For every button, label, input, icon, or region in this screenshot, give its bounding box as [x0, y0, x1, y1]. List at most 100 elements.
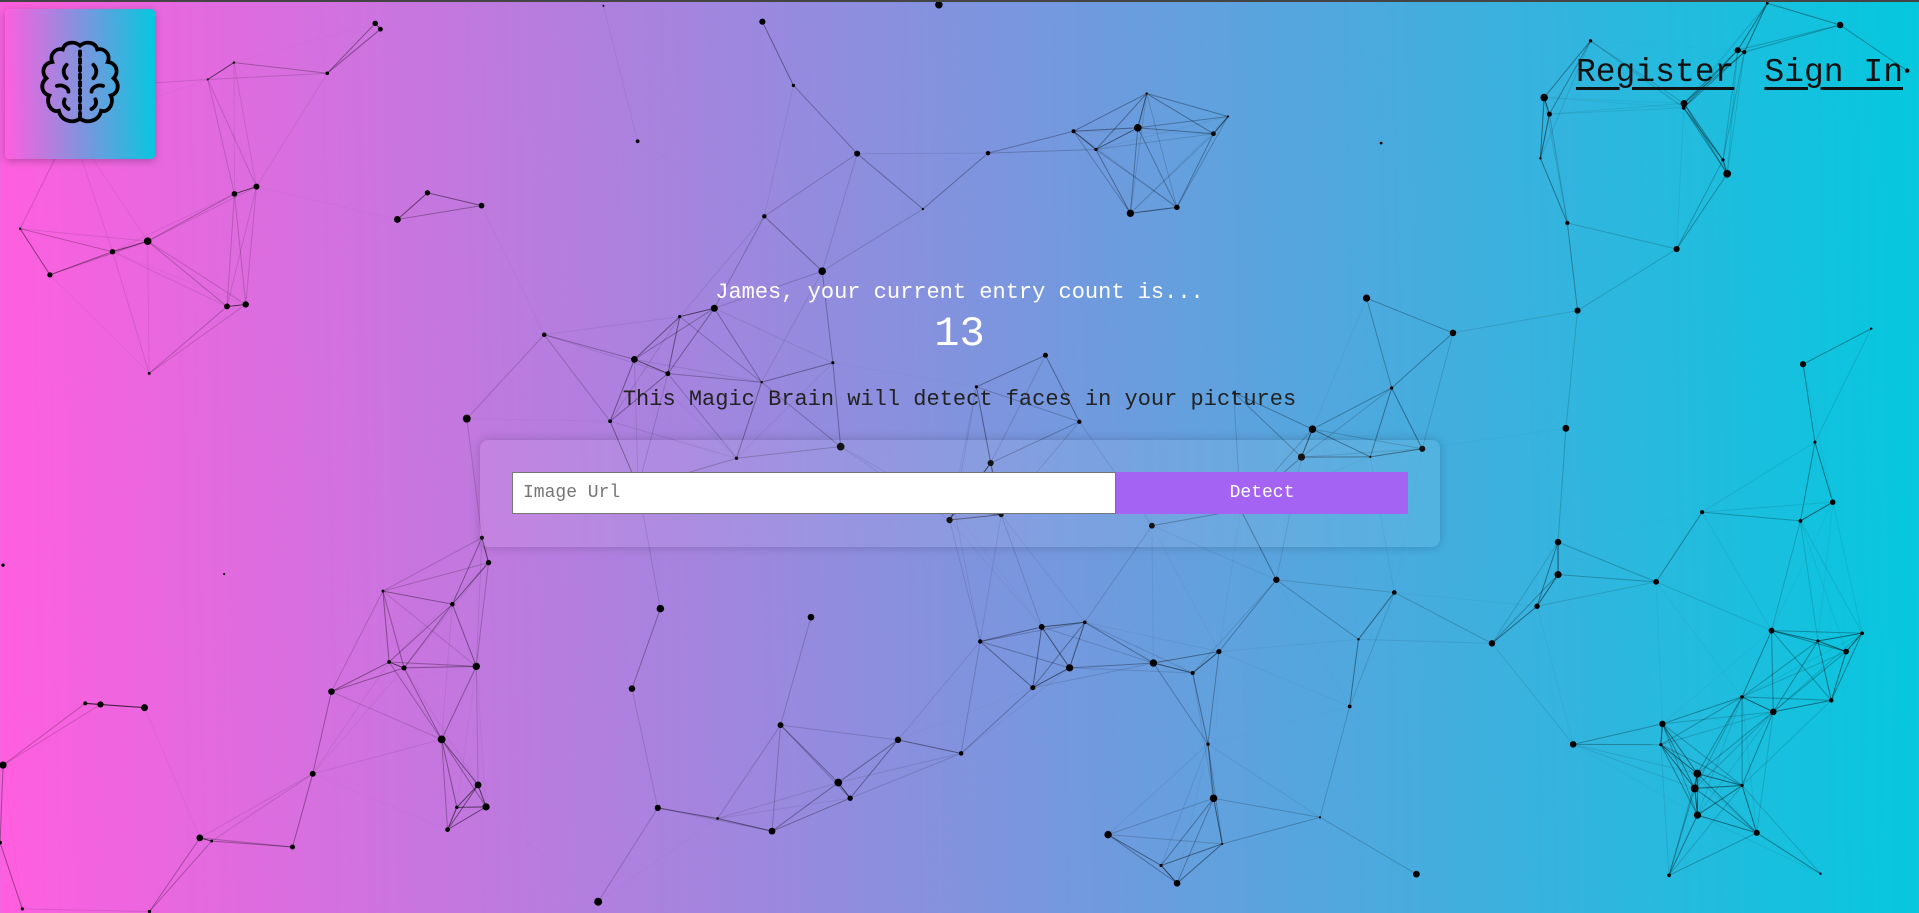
particle-dot	[1379, 141, 1383, 145]
particle-dot	[328, 688, 335, 695]
particle-link	[211, 773, 313, 842]
sign-in-link[interactable]: Sign In	[1764, 54, 1903, 91]
particle-dot	[1211, 131, 1216, 137]
particle-dot	[1488, 640, 1496, 647]
particle-link	[382, 590, 453, 605]
particle-link	[1319, 706, 1351, 818]
particle-link	[764, 153, 858, 217]
particle-link	[447, 806, 487, 831]
particle-dot	[1273, 576, 1280, 583]
particle-link	[717, 797, 851, 819]
particle-link	[1129, 93, 1148, 214]
particle-link	[1394, 592, 1537, 606]
particle-link	[1814, 441, 1834, 503]
particle-dot	[1723, 169, 1732, 178]
particle-dot	[1104, 830, 1112, 839]
particle-link	[1773, 699, 1832, 713]
particle-link	[1701, 441, 1816, 513]
particle-dot	[1659, 743, 1663, 747]
particle-link	[1218, 638, 1359, 653]
image-url-input[interactable]	[512, 472, 1116, 514]
particle-link	[1655, 581, 1772, 632]
particle-link	[602, 5, 639, 142]
particle-link	[331, 667, 405, 693]
particle-link	[631, 688, 659, 808]
particle-dot	[762, 214, 767, 219]
particle-dot	[325, 71, 330, 76]
particle-link	[326, 28, 381, 74]
particle-link	[793, 85, 858, 154]
particle-link	[1041, 626, 1154, 664]
particle-link	[1107, 834, 1162, 866]
particle-link	[2, 702, 86, 766]
particle-dot	[1134, 124, 1142, 132]
particle-dot	[791, 83, 796, 88]
image-url-form: Detect	[480, 440, 1440, 547]
particle-dot	[472, 662, 480, 671]
particle-link	[763, 85, 794, 217]
particle-link	[1073, 130, 1131, 214]
particle-dot	[381, 589, 385, 593]
particle-dot	[97, 701, 104, 708]
particle-link	[149, 837, 201, 912]
particle-link	[199, 773, 313, 839]
particle-dot	[1816, 639, 1820, 643]
particle-link	[1160, 865, 1178, 884]
particle-link	[1153, 651, 1220, 664]
particle-link	[1152, 662, 1209, 745]
particle-dot	[1030, 685, 1036, 691]
particle-link	[382, 562, 489, 592]
particle-link	[1349, 592, 1395, 707]
particle-dot	[1690, 784, 1699, 793]
particle-link	[922, 152, 989, 210]
particle-dot	[665, 371, 671, 377]
particle-dot	[378, 26, 383, 32]
particle-dot	[1700, 510, 1705, 515]
particle-dot	[1667, 873, 1671, 878]
entry-greeting: James, your current entry count is...	[715, 280, 1204, 305]
particle-dot	[608, 419, 613, 424]
particle-link	[149, 840, 213, 912]
particle-link	[1208, 707, 1350, 745]
particle-link	[256, 73, 328, 187]
particle-link	[456, 806, 487, 808]
detect-button[interactable]: Detect	[1116, 472, 1408, 514]
particle-link	[1676, 173, 1728, 250]
particle-link	[1207, 743, 1321, 818]
particle-link	[1771, 630, 1847, 653]
particle-link	[207, 79, 235, 194]
particle-link	[1539, 158, 1568, 224]
particle-dot	[223, 573, 226, 576]
particle-link	[1213, 797, 1321, 818]
particle-link	[897, 739, 962, 754]
particle-link	[145, 708, 200, 838]
particle-dot	[594, 897, 603, 906]
particle-link	[1095, 149, 1178, 208]
particle-dot	[1094, 147, 1098, 152]
particle-dot	[210, 839, 214, 843]
particle-link	[1276, 580, 1349, 707]
particle-dot	[1206, 742, 1210, 746]
particle-link	[451, 562, 489, 605]
particle-link	[987, 130, 1074, 154]
particle-dot	[309, 770, 316, 777]
particle-link	[1095, 133, 1214, 150]
particle-dot	[1126, 209, 1135, 218]
particle-link	[1702, 501, 1833, 513]
particle-link	[1032, 667, 1070, 689]
brain-icon	[40, 40, 120, 124]
particle-dot	[1680, 99, 1688, 107]
particle-link	[1668, 785, 1743, 876]
particle-link	[1573, 723, 1663, 745]
particle-link	[1108, 834, 1223, 845]
register-link[interactable]: Register	[1576, 54, 1734, 91]
particle-dot	[1347, 704, 1352, 709]
particle-dot	[1693, 811, 1702, 819]
particle-link	[598, 818, 717, 901]
particle-dot	[232, 61, 236, 64]
particle-link	[1767, 2, 1841, 26]
particle-link	[112, 193, 235, 253]
particle-dot	[1308, 425, 1317, 433]
particle-dot	[401, 665, 407, 671]
particle-link	[1558, 428, 1566, 574]
